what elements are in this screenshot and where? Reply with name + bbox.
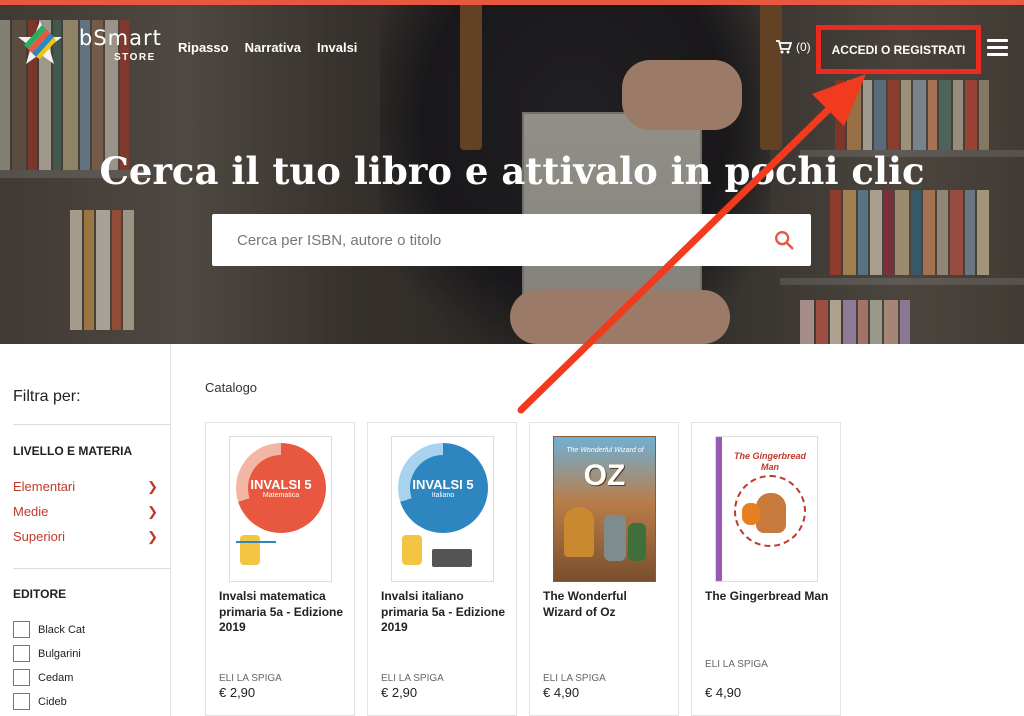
cover-subtitle: Matematica [262,492,300,499]
filter-level-superiori[interactable]: Superiori ❯ [13,529,158,545]
filter-title: Filtra per: [13,388,81,405]
book-cover[interactable]: INVALSI 5 Matematica [229,436,332,582]
filter-editor-label: Bulgarini [38,647,81,660]
filter-level-medie[interactable]: Medie ❯ [13,504,158,520]
checkbox[interactable] [13,621,30,638]
cover-title: INVALSI 5 [250,477,312,492]
product-publisher: ELI LA SPIGA [705,659,768,670]
cover-subtitle: The Wonderful Wizard of [566,447,644,454]
filter-editor-label: Cedam [38,671,74,684]
filter-editor-cideb[interactable]: Cideb [13,693,67,710]
main-nav: Ripasso Narrativa Invalsi [178,40,357,55]
checkbox[interactable] [13,693,30,710]
editor-section-title: EDITORE [13,587,67,601]
product-price: € 4,90 [543,685,580,700]
cover-subtitle: Italiano [431,492,455,499]
product-title[interactable]: The Wonderful Wizard of Oz [543,589,669,620]
filter-editor-label: Cideb [38,695,67,708]
search-icon[interactable] [773,229,795,251]
cart-icon [776,40,792,54]
product-card[interactable]: The Gingerbread Man The Gingerbread Man … [691,422,841,716]
product-title[interactable]: The Gingerbread Man [705,589,831,605]
book-cover[interactable]: INVALSI 5 Italiano [391,436,494,582]
logo-subtitle: STORE [114,52,156,63]
filter-level-label: Medie [13,504,49,519]
checkbox[interactable] [13,645,30,662]
divider [13,424,171,425]
checkbox[interactable] [13,669,30,686]
hero-title: Cerca il tuo libro e attivalo in pochi c… [99,149,925,193]
product-card[interactable]: INVALSI 5 Matematica Invalsi matematica … [205,422,355,716]
bsmart-logo-icon[interactable] [16,19,64,67]
product-publisher: ELI LA SPIGA [543,673,606,684]
filter-sidebar: Filtra per: LIVELLO E MATERIA Elementari… [0,344,171,716]
filter-editor-bulgarini[interactable]: Bulgarini [13,645,81,662]
product-price: € 4,90 [705,685,742,700]
filter-level-label: Superiori [13,529,66,544]
chevron-right-icon: ❯ [147,529,158,544]
cover-badge: INVALSI 5 Italiano [410,455,476,521]
nav-item-narrativa[interactable]: Narrativa [245,40,301,55]
chevron-right-icon: ❯ [147,479,158,494]
product-title[interactable]: Invalsi matematica primaria 5a - Edizion… [219,589,345,636]
search-input[interactable] [212,214,773,266]
cart-button[interactable]: (0) [776,40,811,54]
product-price: € 2,90 [219,685,256,700]
catalog-heading: Catalogo [205,380,258,395]
product-card[interactable]: The Wonderful Wizard of OZ The Wonderful… [529,422,679,716]
nav-item-invalsi[interactable]: Invalsi [317,40,357,55]
book-cover[interactable]: The Wonderful Wizard of OZ [553,436,656,582]
search-bar [212,214,811,266]
product-card[interactable]: INVALSI 5 Italiano Invalsi italiano prim… [367,422,517,716]
cover-title: OZ [583,459,626,492]
divider [13,568,171,569]
cover-badge: INVALSI 5 Matematica [248,455,314,521]
product-publisher: ELI LA SPIGA [219,673,282,684]
filter-level-label: Elementari [13,479,76,494]
nav-item-ripasso[interactable]: Ripasso [178,40,229,55]
cart-count: (0) [796,40,811,54]
product-title[interactable]: Invalsi italiano primaria 5a - Edizione … [381,589,507,636]
cover-title: INVALSI 5 [412,477,474,492]
site-header: bSmart STORE Ripasso Narrativa Invalsi (… [0,5,1024,85]
product-publisher: ELI LA SPIGA [381,673,444,684]
filter-editor-cedam[interactable]: Cedam [13,669,73,686]
filter-level-elementari[interactable]: Elementari ❯ [13,479,158,495]
product-price: € 2,90 [381,685,418,700]
cover-title: The Gingerbread Man [733,451,806,472]
filter-editor-label: Black Cat [38,623,86,636]
filter-editor-black-cat[interactable]: Black Cat [13,621,85,638]
book-cover[interactable]: The Gingerbread Man [715,436,818,582]
login-register-button[interactable]: ACCEDI O REGISTRATI [816,25,981,74]
logo-title[interactable]: bSmart [79,26,162,50]
hamburger-menu-icon[interactable] [987,39,1008,56]
level-section-title: LIVELLO E MATERIA [13,444,133,458]
chevron-right-icon: ❯ [147,504,158,519]
hero-banner: bSmart STORE Ripasso Narrativa Invalsi (… [0,0,1024,344]
